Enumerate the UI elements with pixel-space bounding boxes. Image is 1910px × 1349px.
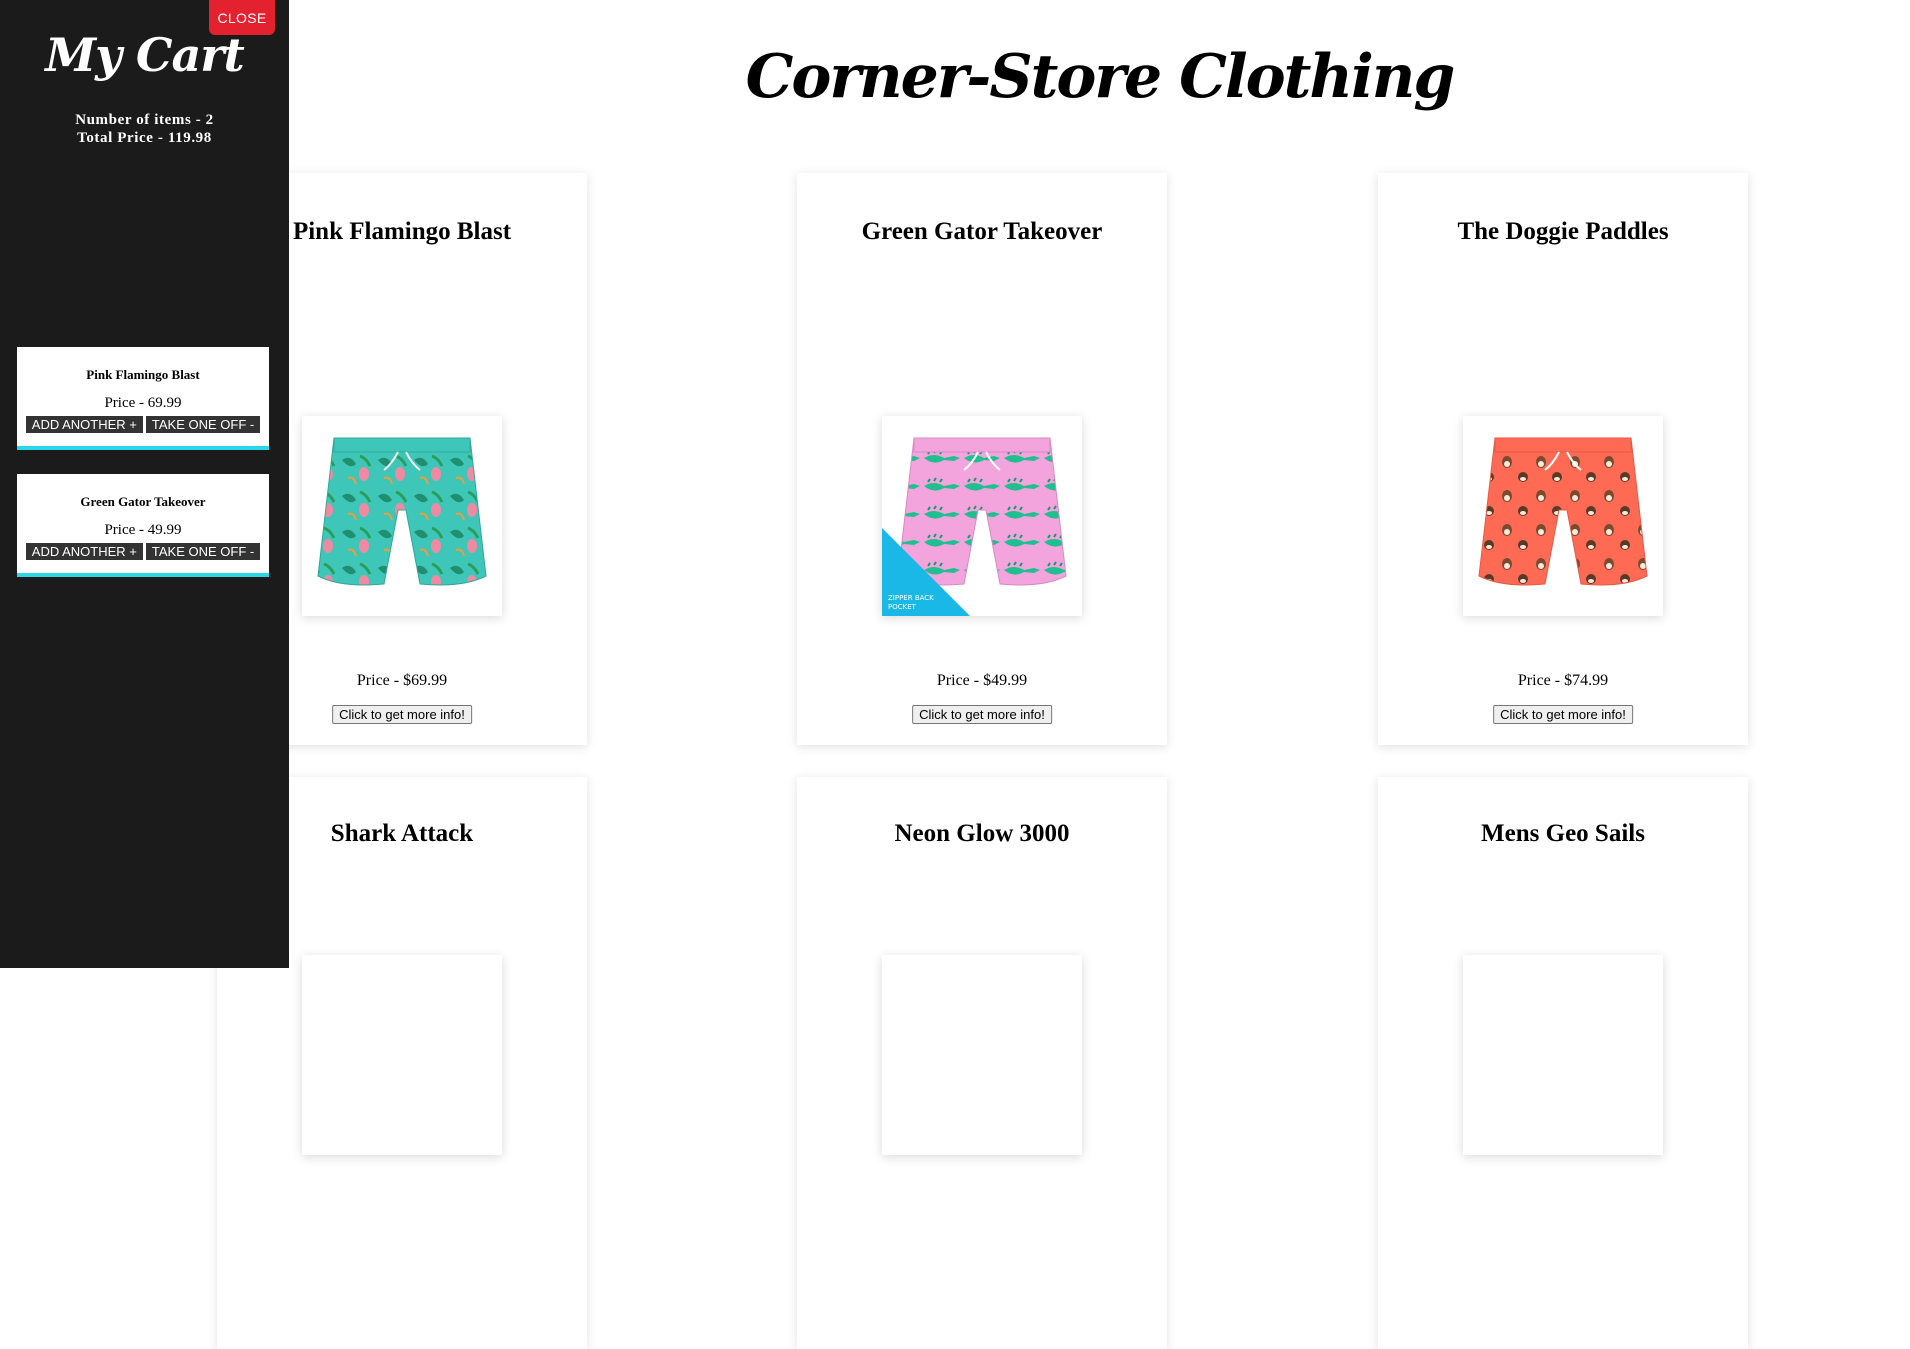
svg-text:POCKET: POCKET — [888, 603, 917, 611]
product-image-shorts[interactable] — [1463, 416, 1663, 616]
swim-shorts-icon — [317, 437, 487, 586]
cart-sidebar: CLOSE My Cart Number of items - 2 Total … — [0, 0, 289, 968]
more-info-button[interactable]: Click to get more info! — [912, 705, 1052, 724]
product-name: Neon Glow 3000 — [894, 820, 1070, 847]
product-card: The Doggie Paddles Price - $74.99 Click … — [1378, 173, 1748, 745]
swim-shorts-icon — [1478, 437, 1648, 586]
more-info-button[interactable]: Click to get more info! — [1493, 705, 1633, 724]
store-title: Corner-Store Clothing — [745, 42, 1456, 112]
add-another-button[interactable]: ADD ANOTHER + — [25, 543, 143, 560]
product-name: The Doggie Paddles — [1457, 218, 1669, 245]
cart-item-name: Green Gator Takeover — [80, 494, 206, 509]
cart-title: My Cart — [45, 28, 245, 82]
product-card: Mens Geo Sails — [1378, 777, 1748, 1349]
cart-item-price: Price - 69.99 — [104, 395, 182, 411]
product-name: Green Gator Takeover — [861, 218, 1103, 245]
take-one-off-button[interactable]: TAKE ONE OFF - — [145, 416, 261, 433]
cart-item-count: Number of items - 2 — [75, 112, 214, 128]
product-image-shorts[interactable]: ZIPPER BACK POCKET — [882, 416, 1082, 616]
product-price: Price - $49.99 — [936, 672, 1028, 689]
product-name: Mens Geo Sails — [1481, 820, 1645, 847]
swim-shorts-icon: ZIPPER BACK POCKET — [882, 437, 1067, 616]
product-card: Green Gator Takeover ZIPPER BACK POCKET … — [797, 173, 1167, 745]
cart-summary: Number of items - 2 Total Price - 119.98 — [0, 111, 289, 147]
product-price: Price - $74.99 — [1517, 672, 1609, 689]
cart-total-price: Total Price - 119.98 — [77, 130, 212, 146]
cart-item: Green Gator Takeover Price - 49.99 ADD A… — [17, 474, 269, 577]
product-image-shorts[interactable] — [882, 955, 1082, 1155]
product-image-shorts[interactable] — [302, 416, 502, 616]
product-card: Neon Glow 3000 — [797, 777, 1167, 1349]
product-image-shorts[interactable] — [302, 955, 502, 1155]
svg-text:ZIPPER BACK: ZIPPER BACK — [888, 594, 934, 602]
cart-item-name: Pink Flamingo Blast — [86, 367, 200, 382]
product-image-shorts[interactable] — [1463, 955, 1663, 1155]
more-info-button[interactable]: Click to get more info! — [332, 705, 472, 724]
cart-item: Pink Flamingo Blast Price - 69.99 ADD AN… — [17, 347, 269, 450]
cart-item-price: Price - 49.99 — [104, 522, 182, 538]
take-one-off-button[interactable]: TAKE ONE OFF - — [145, 543, 261, 560]
add-another-button[interactable]: ADD ANOTHER + — [25, 416, 143, 433]
